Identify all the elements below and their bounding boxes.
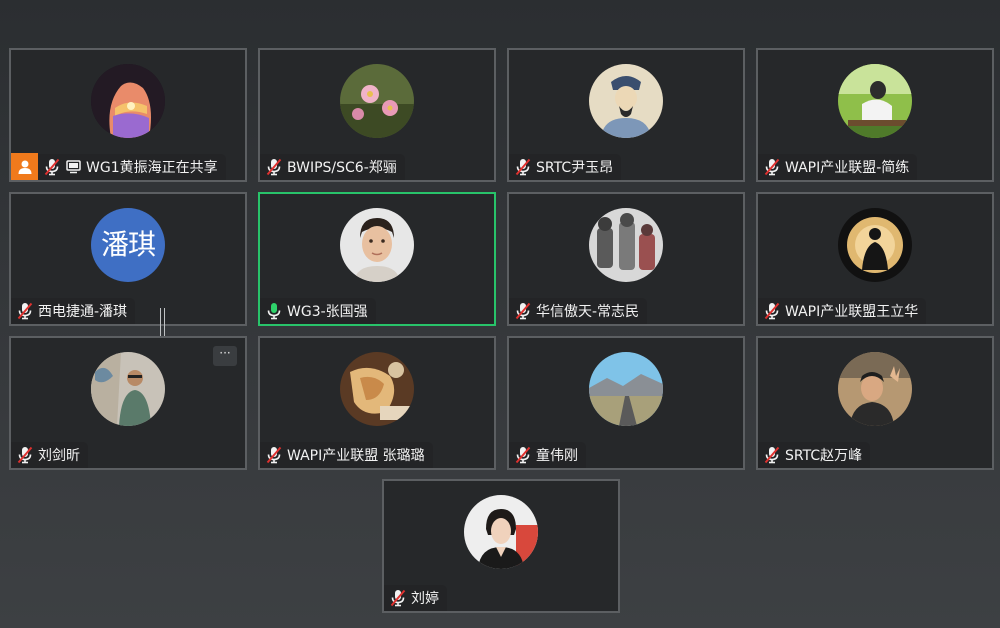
participant-nameplate: SRTC赵万峰 xyxy=(758,442,871,468)
mic-active-icon[interactable] xyxy=(266,302,282,320)
video-tile[interactable]: WAPI产业联盟 张璐璐 xyxy=(258,336,496,470)
avatar xyxy=(838,208,912,282)
participant-name: 童伟刚 xyxy=(536,448,578,464)
participant-nameplate: BWIPS/SC6-郑骊 xyxy=(260,154,405,180)
video-tile[interactable]: WG1黄振海正在共享 xyxy=(9,48,247,182)
participant-name: WAPI产业联盟-简练 xyxy=(785,160,910,176)
participant-nameplate: 西电捷通-潘琪 xyxy=(11,298,136,324)
mic-muted-icon[interactable] xyxy=(515,302,531,320)
participant-name: BWIPS/SC6-郑骊 xyxy=(287,160,397,176)
participant-name: WG3-张国强 xyxy=(287,304,368,320)
participant-nameplate: WG1黄振海正在共享 xyxy=(38,154,226,180)
mic-muted-icon[interactable] xyxy=(764,302,780,320)
participant-nameplate: WAPI产业联盟 张璐璐 xyxy=(260,442,433,468)
participant-nameplate: WAPI产业联盟王立华 xyxy=(758,298,927,324)
avatar xyxy=(91,64,165,138)
participant-name: SRTC赵万峰 xyxy=(785,448,863,464)
video-tile[interactable]: WAPI产业联盟王立华 xyxy=(756,192,994,326)
avatar-initials: 潘琪 xyxy=(91,208,165,282)
avatar xyxy=(340,64,414,138)
mic-muted-icon[interactable] xyxy=(266,158,282,176)
resize-handle[interactable] xyxy=(160,308,165,336)
video-tile[interactable]: WAPI产业联盟-简练 xyxy=(756,48,994,182)
avatar xyxy=(838,64,912,138)
mic-muted-icon[interactable] xyxy=(515,158,531,176)
participant-name: 西电捷通-潘琪 xyxy=(38,304,128,320)
avatar xyxy=(589,352,663,426)
participant-nameplate: 刘婷 xyxy=(384,585,447,611)
participant-nameplate: 刘剑昕 xyxy=(11,442,88,468)
mic-muted-icon[interactable] xyxy=(266,446,282,464)
mic-muted-icon[interactable] xyxy=(390,589,406,607)
video-tile[interactable]: 潘琪 西电捷通-潘琪 xyxy=(9,192,247,326)
video-tile[interactable]: 华信傲天-常志民 xyxy=(507,192,745,326)
video-tile[interactable]: SRTC尹玉昂 xyxy=(507,48,745,182)
participant-nameplate: WG3-张国强 xyxy=(260,298,376,324)
video-tile-active-speaker[interactable]: WG3-张国强 xyxy=(258,192,496,326)
host-icon xyxy=(11,153,38,180)
participant-name: 华信傲天-常志民 xyxy=(536,304,640,320)
participant-name: 刘婷 xyxy=(411,591,439,607)
mic-muted-icon[interactable] xyxy=(515,446,531,464)
avatar xyxy=(340,208,414,282)
avatar xyxy=(91,352,165,426)
mic-muted-icon[interactable] xyxy=(764,446,780,464)
video-tile[interactable]: ··· 刘剑昕 xyxy=(9,336,247,470)
avatar xyxy=(589,64,663,138)
more-options-button[interactable]: ··· xyxy=(213,346,237,366)
participant-nameplate: WAPI产业联盟-简练 xyxy=(758,154,918,180)
mic-muted-icon[interactable] xyxy=(764,158,780,176)
participant-nameplate: 华信傲天-常志民 xyxy=(509,298,648,324)
screen-share-icon xyxy=(66,160,81,174)
video-tile[interactable]: BWIPS/SC6-郑骊 xyxy=(258,48,496,182)
avatar xyxy=(340,352,414,426)
video-tile[interactable]: SRTC赵万峰 xyxy=(756,336,994,470)
participant-name: 刘剑昕 xyxy=(38,448,80,464)
participant-name: WAPI产业联盟 张璐璐 xyxy=(287,448,425,464)
avatar xyxy=(464,495,538,569)
avatar xyxy=(838,352,912,426)
video-tile[interactable]: 刘婷 xyxy=(382,479,620,613)
avatar xyxy=(589,208,663,282)
mic-muted-icon[interactable] xyxy=(44,158,60,176)
participant-name: WAPI产业联盟王立华 xyxy=(785,304,919,320)
participant-name: SRTC尹玉昂 xyxy=(536,160,614,176)
participant-name: WG1黄振海正在共享 xyxy=(86,160,218,176)
video-tile[interactable]: 童伟刚 xyxy=(507,336,745,470)
participant-nameplate: SRTC尹玉昂 xyxy=(509,154,622,180)
participant-nameplate: 童伟刚 xyxy=(509,442,586,468)
mic-muted-icon[interactable] xyxy=(17,446,33,464)
mic-muted-icon[interactable] xyxy=(17,302,33,320)
